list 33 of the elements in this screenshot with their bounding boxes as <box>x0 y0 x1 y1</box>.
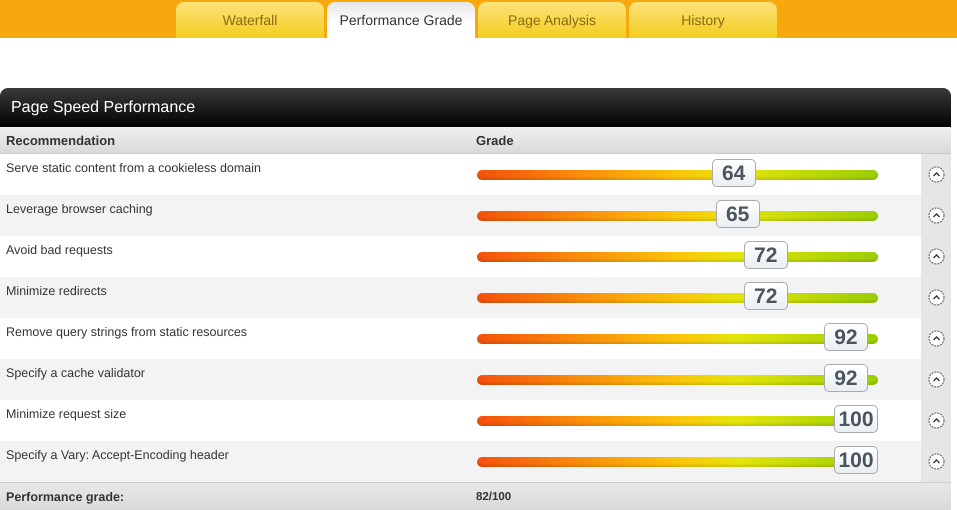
expand-icon[interactable] <box>928 453 944 470</box>
column-header: Grade <box>475 132 515 148</box>
tab[interactable]: Page Analysis <box>478 2 626 38</box>
recommendation-text: Specify a cache validator <box>5 365 146 382</box>
recommendation-text: Minimize redirects <box>5 283 108 300</box>
tab[interactable]: Performance Grade <box>327 2 475 38</box>
expand-icon[interactable] <box>928 248 944 265</box>
grade-badge: 92 <box>824 322 868 350</box>
recommendation-text: Serve static content from a cookieless domain <box>5 160 262 177</box>
grade-badge: 64 <box>712 158 756 186</box>
recommendation-text: Specify a Vary: Accept-Encoding header <box>5 447 230 464</box>
recommendation-text: Avoid bad requests <box>5 242 114 259</box>
footer-label: Performance grade: <box>5 490 126 504</box>
expand-icon[interactable] <box>928 412 944 429</box>
recommendation-text: Leverage browser caching <box>5 201 154 218</box>
expand-icon[interactable] <box>928 371 944 388</box>
grade-badge: 72 <box>744 240 788 268</box>
expand-icon[interactable] <box>928 289 944 306</box>
tab[interactable]: Waterfall <box>176 2 324 38</box>
panel-title: Page Speed Performance <box>0 88 951 127</box>
tab[interactable]: History <box>629 2 777 38</box>
expand-icon[interactable] <box>928 207 944 224</box>
grade-badge: 65 <box>716 200 760 228</box>
expand-icon[interactable] <box>928 330 944 347</box>
column-header: Recommendation <box>5 132 116 148</box>
expand-icon[interactable] <box>928 166 944 183</box>
recommendation-text: Minimize request size <box>5 406 128 423</box>
grade-badge: 92 <box>824 364 868 392</box>
recommendation-text: Remove query strings from static resources <box>5 324 248 341</box>
footer-value: 82/100 <box>475 491 512 503</box>
grade-badge: 72 <box>744 282 788 310</box>
grade-badge: 100 <box>834 404 878 432</box>
grade-badge: 100 <box>834 446 878 474</box>
